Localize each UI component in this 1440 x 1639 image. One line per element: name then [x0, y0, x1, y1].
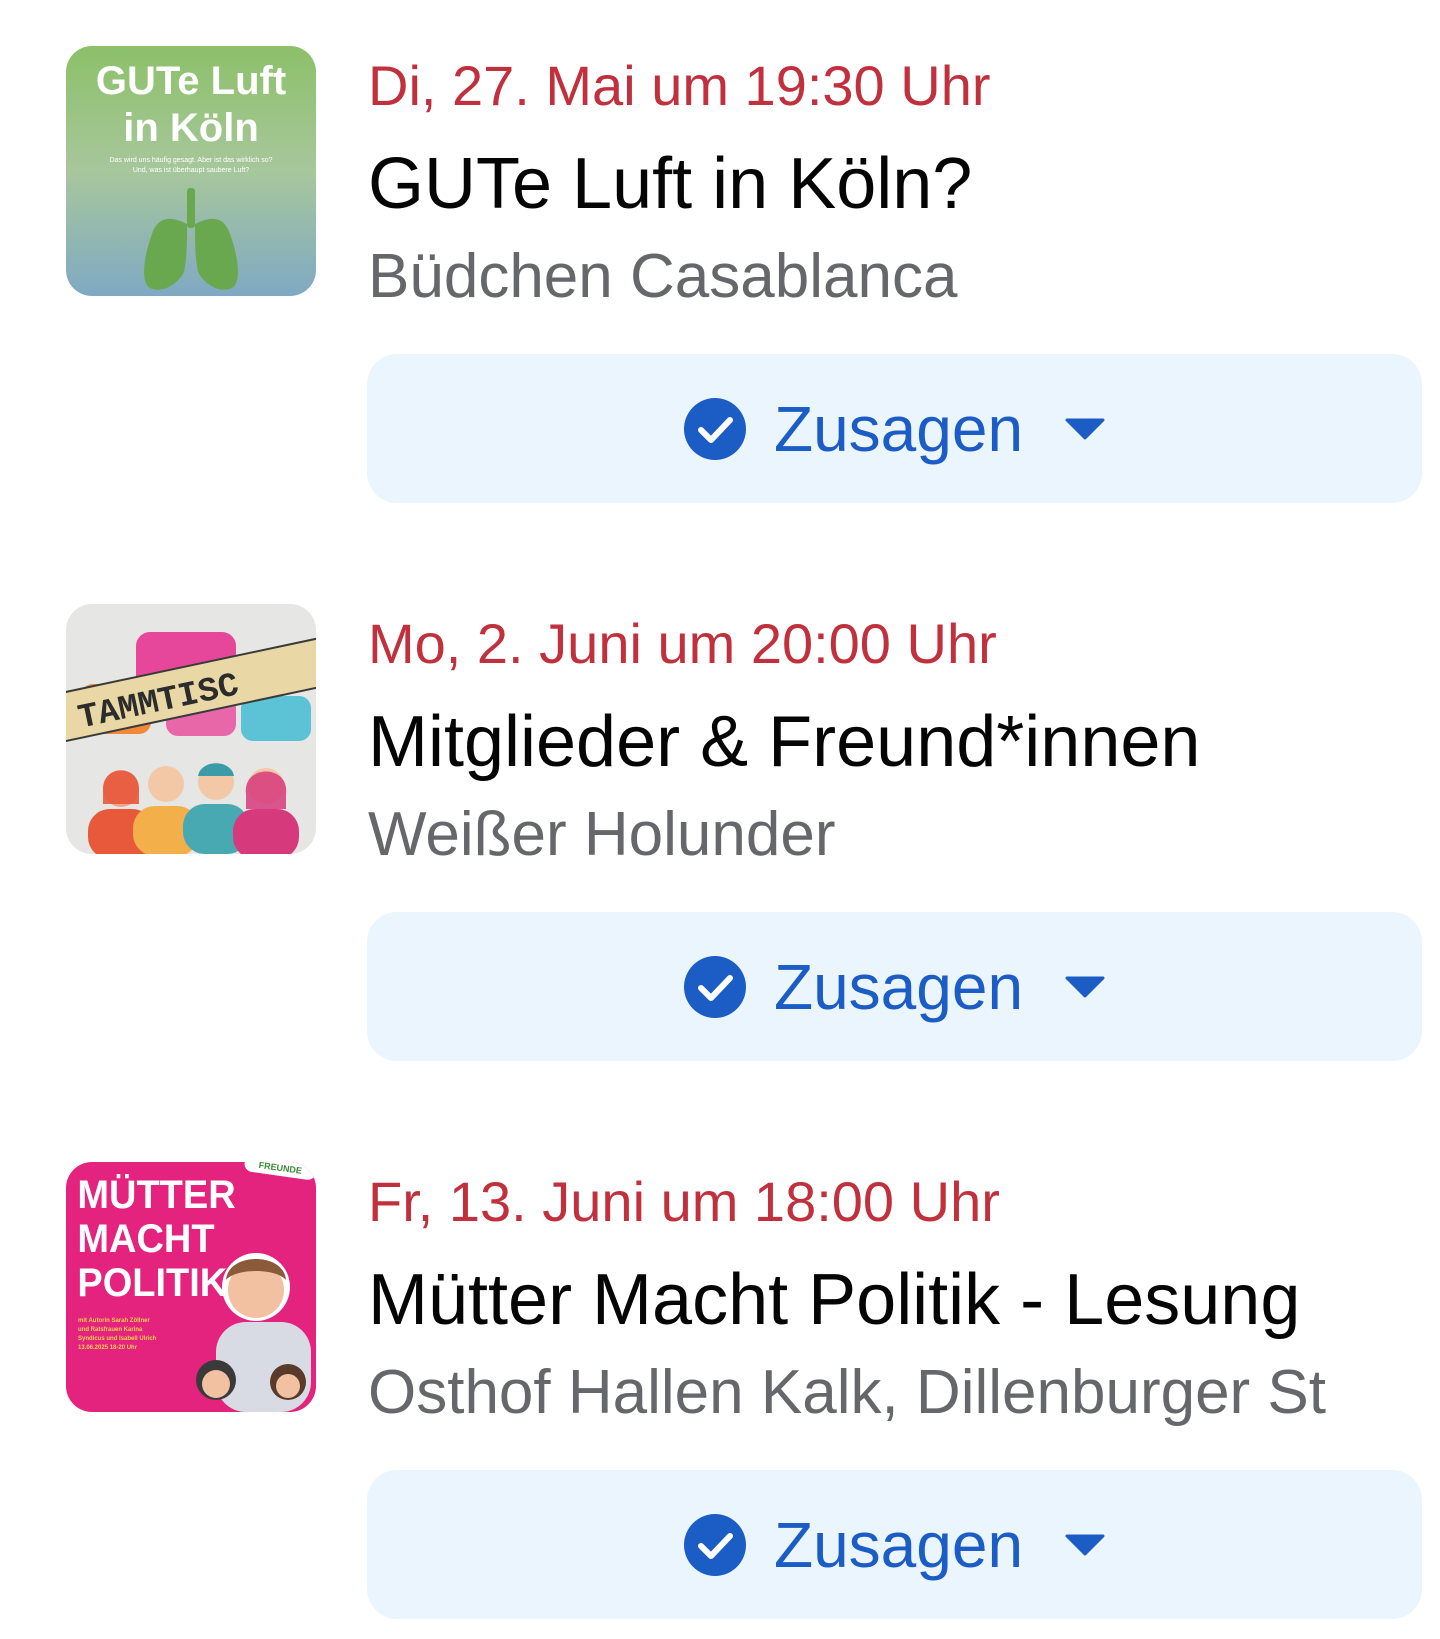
rsvp-label: Zusagen: [773, 392, 1024, 465]
event-date: Fr, 13. Juni um 18:00 Uhr: [368, 1170, 1000, 1233]
check-circle-icon: [683, 397, 746, 460]
thumb-line1: GUTe Luft: [96, 59, 286, 103]
event-title[interactable]: Mütter Macht Politik - Lesung: [368, 1253, 1440, 1347]
event-date: Di, 27. Mai um 19:30 Uhr: [368, 54, 991, 117]
thumb-small1: Das wird uns häufig gesagt. Aber ist das…: [109, 157, 272, 164]
event-location: Büdchen Casablanca: [368, 242, 958, 311]
caret-down-icon: [1065, 1534, 1105, 1555]
thumb-small3: Syndicus und Isabell Ulrich: [78, 1336, 157, 1342]
event-image-graphic: GUTe Luft in Köln Das wird uns häufig ge…: [66, 46, 316, 296]
event-location: Weißer Holunder: [368, 800, 836, 869]
event-image[interactable]: GUTe Luft in Köln Das wird uns häufig ge…: [66, 46, 316, 296]
event-card[interactable]: FREUNDE MÜTTER MACHT POLITIK mit Autorin…: [0, 1148, 1440, 1639]
thumb-line3: POLITIK: [77, 1261, 227, 1305]
rsvp-button[interactable]: Zusagen: [367, 912, 1422, 1061]
check-circle-icon: [683, 955, 746, 1018]
event-image[interactable]: TAMMTISC: [66, 604, 316, 854]
event-image-graphic: FREUNDE MÜTTER MACHT POLITIK mit Autorin…: [66, 1162, 316, 1412]
caret-down-icon: [1065, 418, 1105, 439]
thumb-small1: mit Autorin Sarah Zöllner: [78, 1318, 150, 1324]
thumb-small2: Und, was ist überhaupt saubere Luft?: [133, 167, 249, 174]
event-card[interactable]: GUTe Luft in Köln Das wird uns häufig ge…: [0, 32, 1440, 552]
thumb-line2: MACHT: [77, 1217, 214, 1261]
thumb-line1: MÜTTER: [77, 1173, 235, 1217]
check-circle-icon: [683, 1513, 746, 1576]
rsvp-button[interactable]: Zusagen: [367, 1470, 1422, 1619]
event-title[interactable]: Mitglieder & Freund*innen: [368, 695, 1440, 789]
rsvp-label: Zusagen: [773, 1508, 1024, 1581]
rsvp-button[interactable]: Zusagen: [367, 354, 1422, 503]
thumb-line2: in Köln: [123, 106, 259, 150]
event-card[interactable]: TAMMTISC Mo, 2. Juni um 20:00 Uhr Mitgli…: [0, 590, 1440, 1110]
event-date: Mo, 2. Juni um 20:00 Uhr: [368, 612, 997, 675]
event-title[interactable]: GUTe Luft in Köln?: [368, 137, 1440, 231]
event-image-graphic: TAMMTISC: [66, 604, 316, 854]
thumb-small4: 13.06.2025 18-20 Uhr: [78, 1345, 138, 1351]
event-image[interactable]: FREUNDE MÜTTER MACHT POLITIK mit Autorin…: [66, 1162, 316, 1412]
rsvp-label: Zusagen: [773, 950, 1024, 1023]
thumb-small2: und Ratsfrauen Karina: [78, 1327, 143, 1333]
event-location: Osthof Hallen Kalk, Dillenburger St: [368, 1358, 1327, 1427]
caret-down-icon: [1065, 976, 1105, 997]
